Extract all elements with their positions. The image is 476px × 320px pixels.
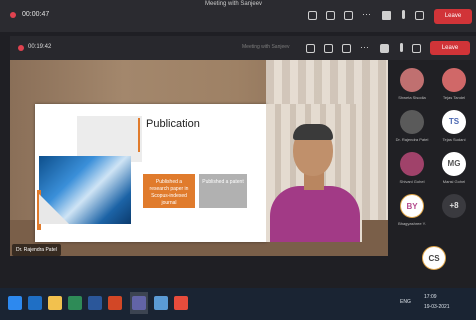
presenter-video [266,104,362,242]
tray-language[interactable]: ENG [400,299,411,305]
avatar [400,152,424,176]
windows-start-icon[interactable] [8,296,22,310]
presenter-name-label: Dr. Rajendra Patel [12,244,61,256]
participant-tile[interactable]: Dr. Rajendra Patel [392,108,432,148]
meeting-toolbar: 00:00:47 Meeting with Sanjeev ⋯ Leave [0,0,476,32]
more-icon[interactable]: ⋯ [362,9,371,20]
avatar-ts: TS [442,110,466,134]
more-participants-count: +8 [442,194,466,218]
file-explorer-icon[interactable] [48,296,62,310]
participant-name: Shivani Gohel [399,179,425,184]
share-icon[interactable] [412,44,421,53]
participant-tile[interactable]: Tejas Tandel [434,66,474,106]
participant-tile[interactable]: BY Bhagyashree Y. [392,192,432,232]
chat-icon[interactable] [324,44,333,53]
share-icon[interactable] [415,11,424,20]
chat-icon[interactable] [326,11,335,20]
camera-icon[interactable] [380,44,389,53]
excel-icon[interactable] [68,296,82,310]
record-icon [18,45,24,51]
edge-icon[interactable] [28,296,42,310]
participant-tile[interactable]: Shweta Sisodia [392,66,432,106]
shared-meeting-toolbar: 00:19:42 Meeting with Sanjeev ⋯ Leave [10,36,476,60]
meeting-title: Meeting with Sanjeev [205,1,263,7]
participant-name: Dr. Rajendra Patel [395,137,429,142]
slide-box-research-paper: Published a research paper in Scopus-ind… [143,174,195,208]
record-icon [10,12,16,18]
mic-icon[interactable] [400,43,403,52]
avatar-by: BY [400,194,424,218]
presenter-shirt [270,186,360,242]
slide-triangle [39,194,69,224]
shared-meeting-title: Meeting with Sanjeev [242,44,290,50]
participant-tile[interactable]: TS Tejas Sudani [434,108,474,148]
more-icon[interactable]: ⋯ [360,42,369,53]
teams-icon[interactable] [132,296,146,310]
windows-taskbar: ENG 17:09 19-03-2021 [0,288,476,320]
avatar-cs: CS [422,246,446,270]
tray-date[interactable]: 19-03-2021 [424,304,450,310]
participant-name: Tejas Sudani [442,137,466,142]
raise-hand-icon[interactable] [342,44,351,53]
powerpoint-icon[interactable] [108,296,122,310]
avatar [400,110,424,134]
avatar [400,68,424,92]
meeting-timer: 00:00:47 [22,11,50,18]
avatar [442,68,466,92]
participants-icon[interactable] [306,44,315,53]
participant-name: Shweta Sisodia [398,95,426,100]
shared-meeting-timer: 00:19:42 [28,44,52,50]
participant-name: Mansi Gohel [442,179,466,184]
slide-heading: Publication [146,118,200,130]
participant-tile[interactable]: MG Mansi Gohel [434,150,474,190]
slide-accent-bar [138,118,140,152]
participant-tile[interactable]: Shivani Gohel [392,150,432,190]
more-participants-tile[interactable]: +8 [434,192,474,232]
participant-name: Tejas Tandel [442,95,466,100]
slide-box-patent: Published a patent [199,174,247,208]
photos-icon[interactable] [154,296,168,310]
raise-hand-icon[interactable] [344,11,353,20]
word-icon[interactable] [88,296,102,310]
shared-leave-button[interactable]: Leave [430,41,470,55]
leave-button[interactable]: Leave [434,9,472,24]
participants-panel: Shweta Sisodia Tejas Tandel Dr. Rajendra… [390,60,476,288]
tray-time[interactable]: 17:09 [424,294,437,300]
screen: 00:00:47 Meeting with Sanjeev ⋯ Leave 00… [0,0,476,320]
mic-icon[interactable] [402,10,405,19]
avatar-mg: MG [442,152,466,176]
presentation-slide: Publication Published a research paper i… [35,104,267,242]
camera-icon[interactable] [382,11,391,20]
participant-name: Bhagyashree Y. [398,221,426,226]
participant-tile[interactable]: CS [414,244,454,284]
media-icon[interactable] [174,296,188,310]
participants-icon[interactable] [308,11,317,20]
presenter-hair [293,124,333,140]
